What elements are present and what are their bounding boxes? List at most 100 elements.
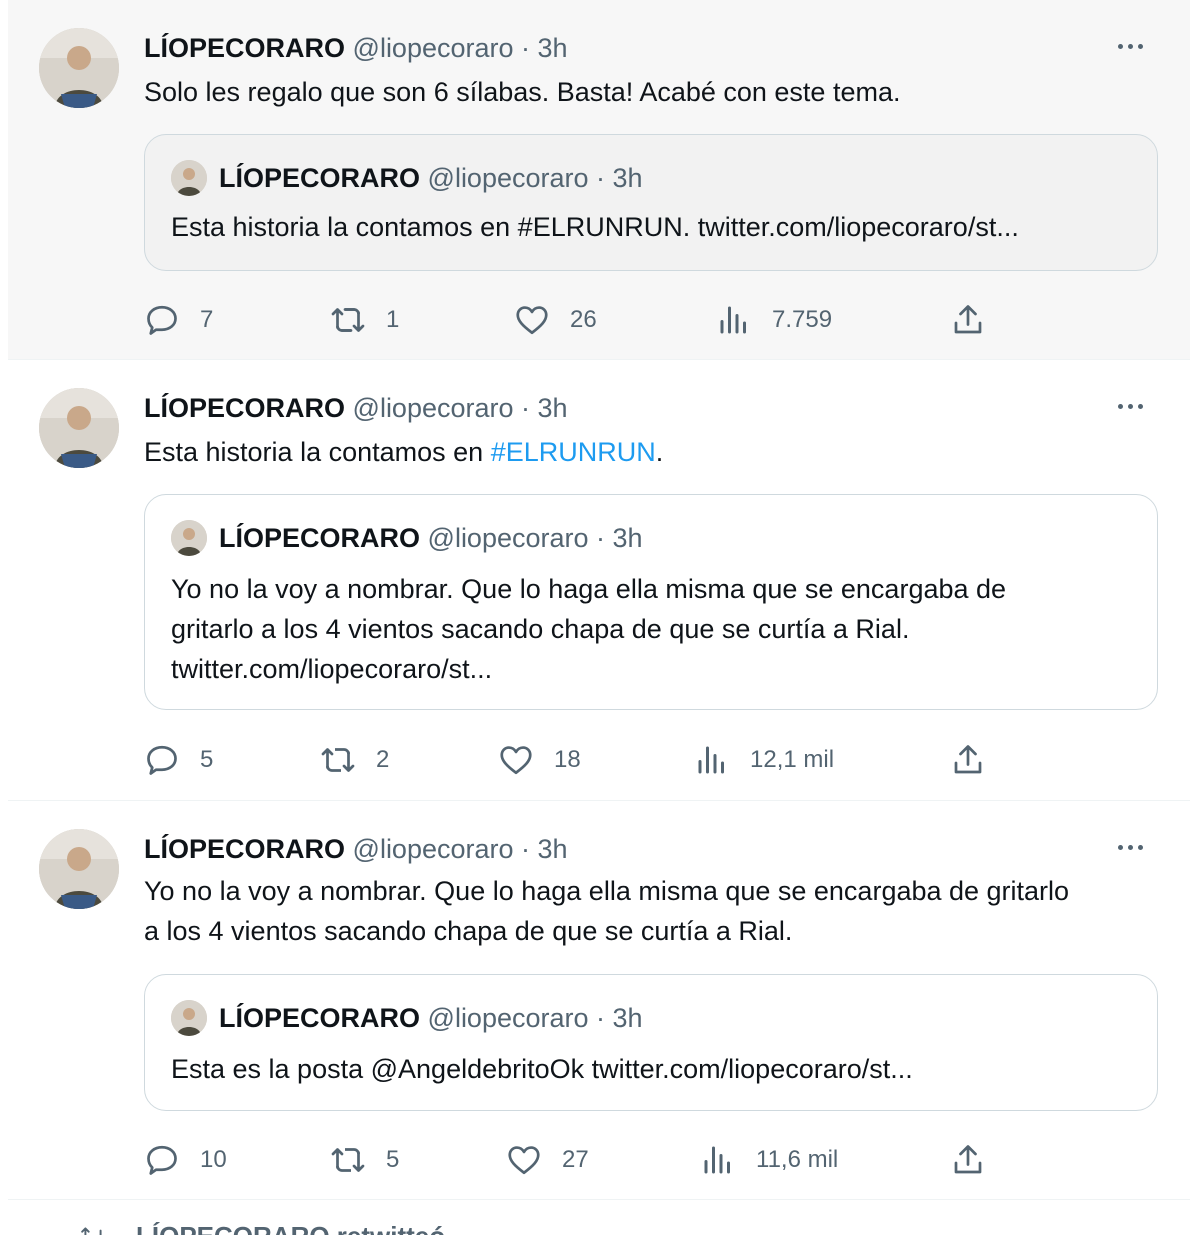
retweet-button[interactable]: 2 xyxy=(320,738,389,782)
like-button[interactable]: 27 xyxy=(506,1138,589,1182)
avatar[interactable] xyxy=(39,829,119,909)
tweet-actions: 10 5 27 11,6 mil xyxy=(144,1138,1004,1182)
retweet-count: 2 xyxy=(376,746,390,773)
quote-text: Yo no la voy a nombrar. Que lo haga ella… xyxy=(171,569,1127,689)
reply-button[interactable]: 7 xyxy=(144,298,213,342)
quote-author-name: LÍOPECORARO xyxy=(219,1003,421,1033)
quote-author-name: LÍOPECORARO xyxy=(219,163,421,193)
author-handle[interactable]: @liopecoraro xyxy=(353,33,514,63)
tweet[interactable]: LÍOPECORARO @liopecoraro · 3h Yo no la v… xyxy=(8,801,1190,1200)
retweet-notice-row: LÍOPECORARO retwitteó xyxy=(80,1221,880,1235)
retweet-count: 1 xyxy=(386,306,400,333)
share-button[interactable] xyxy=(950,298,986,342)
quote-text-line: twitter.com/liopecoraro/st... xyxy=(171,654,493,684)
views-button[interactable]: 11,6 mil xyxy=(700,1138,838,1182)
quote-avatar xyxy=(171,160,207,196)
author-handle[interactable]: @liopecoraro xyxy=(353,834,514,864)
views-button[interactable]: 7.759 xyxy=(716,298,832,342)
tweet-header: LÍOPECORARO @liopecoraro · 3h xyxy=(144,831,1130,867)
tweet-actions: 5 2 18 12,1 mil xyxy=(144,738,1004,782)
share-button[interactable] xyxy=(950,738,986,782)
tweet[interactable]: LÍOPECORARO @liopecoraro · 3h Esta histo… xyxy=(8,360,1190,801)
views-count: 12,1 mil xyxy=(750,746,835,773)
quote-text: Esta es la posta @AngeldebritoOk twitter… xyxy=(171,1054,913,1084)
quote-author-name: LÍOPECORARO xyxy=(219,523,421,553)
tweet-header: LÍOPECORARO @liopecoraro · 3h xyxy=(144,390,1130,426)
share-icon xyxy=(954,1145,982,1174)
tweet-actions: 7 1 26 7.759 xyxy=(144,298,1004,342)
author-name[interactable]: LÍOPECORARO xyxy=(144,834,345,864)
like-icon xyxy=(500,746,532,775)
author-name[interactable]: LÍOPECORARO xyxy=(144,393,345,423)
avatar[interactable] xyxy=(39,28,119,108)
tweet-time[interactable]: · 3h xyxy=(521,393,568,423)
reply-button[interactable]: 5 xyxy=(144,738,213,782)
timeline-feed: LÍOPECORARO @liopecoraro · 3h Solo les r… xyxy=(0,0,1200,1235)
tweet-text-line: Yo no la voy a nombrar. Que lo haga ella… xyxy=(144,876,1070,906)
quote-text-line: gritarlo a los 4 vientos sacando chapa d… xyxy=(171,614,910,644)
author-name[interactable]: LÍOPECORARO xyxy=(144,33,345,63)
views-count: 11,6 mil xyxy=(756,1146,839,1173)
tweet-text: Yo no la voy a nombrar. Que lo haga ella… xyxy=(144,871,1150,951)
tweet-text: Esta historia la contamos en #ELRUNRUN. xyxy=(144,432,1150,472)
quote-time: · 3h xyxy=(596,1003,643,1033)
quote-header: LÍOPECORARO @liopecoraro · 3h xyxy=(171,159,643,197)
like-button[interactable]: 18 xyxy=(498,738,581,782)
like-count: 18 xyxy=(554,746,581,773)
tweet-text: Solo les regalo que son 6 sílabas. Basta… xyxy=(144,77,901,107)
quote-text-line: Yo no la voy a nombrar. Que lo haga ella… xyxy=(171,574,1007,604)
quoted-tweet[interactable]: LÍOPECORARO @liopecoraro · 3h Esta histo… xyxy=(144,134,1158,271)
tweet-text-part: . xyxy=(655,437,664,467)
quote-author-handle: @liopecoraro xyxy=(427,523,589,553)
tweet[interactable]: LÍOPECORARO @liopecoraro · 3h Solo les r… xyxy=(8,0,1190,360)
share-icon xyxy=(954,305,982,334)
reply-icon xyxy=(147,305,177,335)
tweet-text-line: a los 4 vientos sacando chapa de que se … xyxy=(144,916,793,946)
like-count: 27 xyxy=(562,1146,589,1173)
share-icon xyxy=(954,745,982,774)
quote-time: · 3h xyxy=(596,523,643,553)
quote-header: LÍOPECORARO @liopecoraro · 3h xyxy=(171,999,643,1037)
tweet-header: LÍOPECORARO @liopecoraro · 3h xyxy=(144,30,1130,66)
more-icon[interactable] xyxy=(1110,388,1150,424)
like-icon xyxy=(508,1146,540,1175)
views-button[interactable]: 12,1 mil xyxy=(694,738,834,782)
hashtag-link[interactable]: #ELRUNRUN xyxy=(491,437,656,467)
quoted-tweet[interactable]: LÍOPECORARO @liopecoraro · 3h Esta es la… xyxy=(144,974,1158,1111)
reply-icon xyxy=(147,1145,177,1175)
quote-text: Esta historia la contamos en #ELRUNRUN. … xyxy=(171,212,1019,242)
quote-author-handle: @liopecoraro xyxy=(427,163,589,193)
quoted-tweet[interactable]: LÍOPECORARO @liopecoraro · 3h Yo no la v… xyxy=(144,494,1158,710)
avatar[interactable] xyxy=(39,388,119,468)
tweet-time[interactable]: · 3h xyxy=(521,33,568,63)
views-icon xyxy=(720,306,746,334)
tweet-time[interactable]: · 3h xyxy=(521,834,568,864)
quote-time: · 3h xyxy=(596,163,643,193)
views-icon xyxy=(698,746,724,774)
retweet-button[interactable]: 5 xyxy=(330,1138,399,1182)
retweet-notice-text: LÍOPECORARO retwitteó xyxy=(136,1221,445,1235)
like-count: 26 xyxy=(570,306,597,333)
retweet-icon xyxy=(331,1148,365,1172)
reply-count: 10 xyxy=(200,1146,227,1173)
quote-header: LÍOPECORARO @liopecoraro · 3h xyxy=(171,519,643,557)
more-icon[interactable] xyxy=(1110,829,1150,865)
tweet-text-part: Esta historia la contamos en xyxy=(144,437,491,467)
reply-button[interactable]: 10 xyxy=(144,1138,227,1182)
share-button[interactable] xyxy=(950,1138,986,1182)
retweet-icon xyxy=(81,1227,102,1235)
retweet-notice[interactable]: LÍOPECORARO retwitteó xyxy=(80,1215,880,1235)
author-handle[interactable]: @liopecoraro xyxy=(353,393,514,423)
retweet-icon xyxy=(321,748,355,772)
reply-count: 5 xyxy=(200,746,214,773)
retweet-count: 5 xyxy=(386,1146,400,1173)
like-button[interactable]: 26 xyxy=(514,298,597,342)
views-count: 7.759 xyxy=(772,306,833,333)
more-icon[interactable] xyxy=(1110,28,1150,64)
retweet-icon xyxy=(331,308,365,332)
retweet-button[interactable]: 1 xyxy=(330,298,399,342)
quote-avatar xyxy=(171,520,207,556)
views-icon xyxy=(704,1146,730,1174)
reply-count: 7 xyxy=(200,306,214,333)
quote-author-handle: @liopecoraro xyxy=(427,1003,589,1033)
